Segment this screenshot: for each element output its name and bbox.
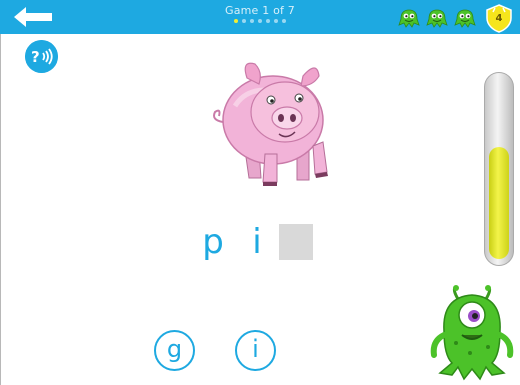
progress-dot [250,19,254,23]
progress-dot [234,19,238,23]
progress-dot [274,19,278,23]
pig-picture [213,62,328,186]
word-letter: p [202,222,224,262]
top-bar: Game 1 of 7 4 [0,0,520,34]
progress-meter-fill [489,147,509,259]
progress-dot [258,19,262,23]
progress-dot [242,19,246,23]
word: p i [193,222,313,262]
life-monster-icon [398,9,420,28]
lives [398,6,476,28]
badge: 4 [484,3,514,33]
life-monster-icon [426,9,448,28]
svg-text:?: ? [31,48,40,66]
badge-number: 4 [495,13,503,24]
question-sound-icon[interactable]: ? [25,40,58,73]
progress-dot [266,19,270,23]
monster-character [430,285,514,381]
word-letter: i [252,222,262,262]
letter-option[interactable]: g [154,330,195,371]
blank-letter-slot[interactable] [279,224,313,260]
letter-option[interactable]: i [235,330,276,371]
progress-meter [484,72,514,266]
life-monster-icon [454,9,476,28]
progress-dot [282,19,286,23]
left-border [0,34,1,385]
